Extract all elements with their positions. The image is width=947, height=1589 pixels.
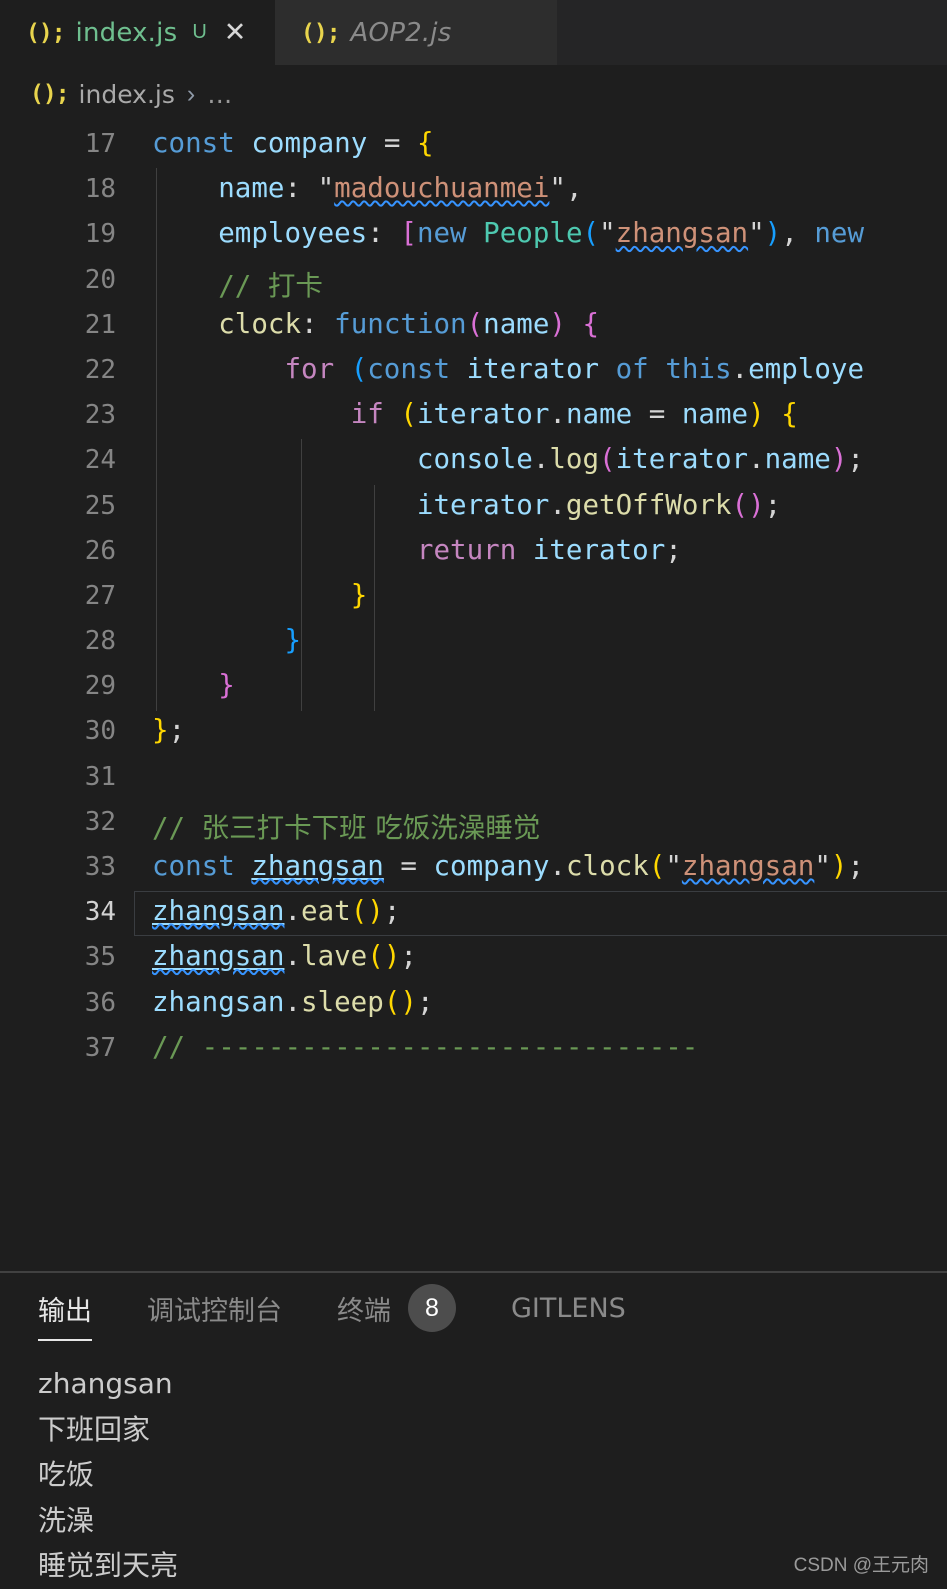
code-line: 35 zhangsan.lave(); <box>0 936 947 981</box>
breadcrumb-overflow[interactable]: … <box>207 80 233 109</box>
line-number: 35 <box>84 942 116 973</box>
line-number: 37 <box>84 1032 116 1063</box>
output-line: zhangsan <box>38 1367 173 1400</box>
code-line: 26 return iterator; <box>0 530 947 575</box>
line-source: clock: function(name) { <box>218 307 600 340</box>
code-content: 17 const company = { 18 name: "madouchua… <box>0 123 947 1072</box>
panel-tab-label: 终端 <box>337 1295 391 1327</box>
line-source: iterator.getOffWork(); <box>416 488 782 521</box>
close-icon[interactable]: ✕ <box>224 19 247 46</box>
code-line: 28 } <box>0 620 947 665</box>
panel-tab-label: 输出 <box>38 1295 92 1327</box>
code-line: 32 // 张三打卡下班 吃饭洗澡睡觉 <box>0 801 947 846</box>
line-number: 23 <box>84 400 116 431</box>
chevron-right-icon: › <box>186 79 196 108</box>
unsaved-indicator: U <box>192 21 207 43</box>
code-line: 23 if (iterator.name = name) { <box>0 394 947 439</box>
line-source: zhangsan.eat(); <box>152 895 401 928</box>
line-source: for (const iterator of this.employe <box>284 352 865 385</box>
line-number: 32 <box>84 806 116 837</box>
line-source: }; <box>152 714 186 747</box>
vscode-window: (); index.js U ✕ (); AOP2.js (); index.j… <box>0 0 947 1589</box>
line-number: 31 <box>84 761 116 792</box>
line-number: 22 <box>84 354 116 385</box>
breadcrumb-file[interactable]: index.js <box>79 80 175 109</box>
line-number: 27 <box>84 580 116 611</box>
panel-tab-label: GITLENS <box>511 1292 626 1324</box>
panel-tab-gitlens[interactable]: GITLENS <box>511 1293 626 1324</box>
output-line: 下班回家 <box>38 1412 151 1446</box>
line-source: // ------------------------------ <box>152 1030 699 1063</box>
panel-tab-label: 调试控制台 <box>147 1295 282 1327</box>
watermark: CSDN @王元肉 <box>793 1555 929 1576</box>
status-badge: 8 <box>408 1284 456 1332</box>
line-source: } <box>350 578 368 611</box>
code-line-active: 34 zhangsan.eat(); <box>0 891 947 937</box>
line-source: } <box>284 624 302 657</box>
panel-tab-debug-console[interactable]: 调试控制台 <box>147 1289 282 1328</box>
line-number: 18 <box>84 174 116 205</box>
line-number: 24 <box>84 445 116 476</box>
code-line: 22 for (const iterator of this.employe <box>0 349 947 394</box>
line-source: if (iterator.name = name) { <box>350 398 798 431</box>
code-line: 24 console.log(iterator.name); <box>0 439 947 484</box>
js-file-icon: (); <box>301 19 341 46</box>
panel-tab-output[interactable]: 输出 <box>38 1289 92 1341</box>
panel-tab-bar: 输出 调试控制台 终端 8 GITLENS <box>0 1273 947 1343</box>
line-number: 26 <box>84 535 116 566</box>
line-source: const zhangsan = company.clock("zhangsan… <box>152 850 865 882</box>
line-source: console.log(iterator.name); <box>416 443 864 476</box>
line-number: 36 <box>84 987 116 1018</box>
editor-tab-index-js[interactable]: (); index.js U ✕ <box>0 0 275 65</box>
code-line: 20 // 打卡 <box>0 259 947 304</box>
line-number: 34 <box>84 897 116 928</box>
line-source: const company = { <box>152 127 434 159</box>
editor-tab-label: index.js <box>75 17 178 48</box>
breadcrumb: (); index.js › … <box>0 65 947 123</box>
line-number: 21 <box>84 309 116 340</box>
code-line: 31 <box>0 756 947 801</box>
line-number: 30 <box>84 716 116 747</box>
line-source: zhangsan.lave(); <box>152 940 417 973</box>
line-source: } <box>218 669 235 702</box>
output-line: 洗澡 <box>38 1503 95 1537</box>
js-file-icon: (); <box>30 81 70 107</box>
line-source: // 张三打卡下班 吃饭洗澡睡觉 <box>152 811 541 844</box>
line-source: return iterator; <box>416 533 682 566</box>
line-number: 29 <box>84 671 116 702</box>
code-line: 37 // ------------------------------ <box>0 1027 947 1072</box>
code-editor[interactable]: 17 const company = { 18 name: "madouchua… <box>0 123 947 1271</box>
js-file-icon: (); <box>26 19 66 46</box>
code-line: 33 const zhangsan = company.clock("zhang… <box>0 846 947 891</box>
line-number: 25 <box>84 490 116 521</box>
code-line: 18 name: "madouchuanmei", <box>0 168 947 213</box>
line-source: zhangsan.sleep(); <box>152 985 434 1018</box>
code-line: 36 zhangsan.sleep(); <box>0 982 947 1027</box>
code-line: 17 const company = { <box>0 123 947 168</box>
tab-bar-empty-space <box>557 0 947 65</box>
output-line: 吃饭 <box>38 1458 95 1491</box>
code-line: 27 } <box>0 575 947 620</box>
line-number: 19 <box>84 219 116 250</box>
line-number: 28 <box>84 626 116 657</box>
code-line: 29 } <box>0 665 947 710</box>
code-line: 30 }; <box>0 710 947 755</box>
code-line: 21 clock: function(name) { <box>0 304 947 349</box>
editor-tab-aop2-js[interactable]: (); AOP2.js <box>275 0 557 65</box>
editor-tab-label: AOP2.js <box>350 17 452 48</box>
line-number: 33 <box>84 852 116 882</box>
line-number: 20 <box>84 264 116 295</box>
line-number: 17 <box>84 129 116 159</box>
panel-tab-terminal[interactable]: 终端 8 <box>337 1284 456 1332</box>
line-source: name: "madouchuanmei", <box>218 172 583 205</box>
line-source: employees: [new People("zhangsan"), new <box>218 217 865 250</box>
bottom-panel: 输出 调试控制台 终端 8 GITLENS zhangsan 下班回家 吃饭 洗… <box>0 1273 947 1589</box>
code-line: 19 employees: [new People("zhangsan"), n… <box>0 213 947 258</box>
line-source: // 打卡 <box>152 269 323 302</box>
editor-tab-bar: (); index.js U ✕ (); AOP2.js <box>0 0 947 65</box>
code-line: 25 iterator.getOffWork(); <box>0 485 947 530</box>
